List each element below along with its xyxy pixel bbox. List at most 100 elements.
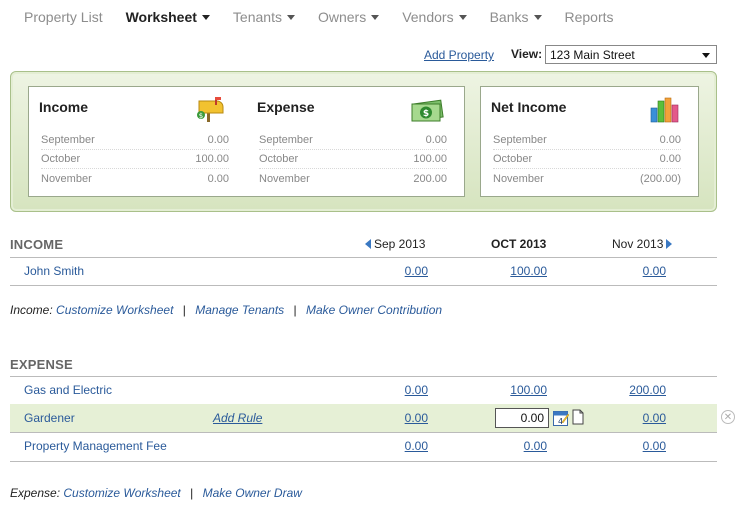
separator: | xyxy=(293,303,297,317)
month-label: September xyxy=(41,134,95,146)
nav-reports-label: Reports xyxy=(564,9,614,25)
amount: (200.00) xyxy=(640,172,681,185)
make-owner-contribution-link[interactable]: Make Owner Contribution xyxy=(306,303,442,317)
top-nav: Property List Worksheet Tenants Owners V… xyxy=(24,8,637,26)
amount: 0.00 xyxy=(425,134,447,146)
nav-vendors[interactable]: Vendors xyxy=(402,8,467,26)
month-label: October xyxy=(493,153,533,165)
expense-section-title: EXPENSE xyxy=(10,357,73,372)
month-label: September xyxy=(493,134,547,146)
divider xyxy=(10,461,717,462)
bar-chart-icon xyxy=(647,95,681,123)
nav-owners[interactable]: Owners xyxy=(317,8,380,26)
tenant-name-link[interactable]: John Smith xyxy=(24,264,84,278)
current-month-header: OCT 2013 xyxy=(491,237,546,251)
oct-value[interactable]: 100.00 xyxy=(510,383,547,397)
arrow-right-icon[interactable] xyxy=(666,239,673,249)
sep-value[interactable]: 0.00 xyxy=(405,264,428,278)
amount: 100.00 xyxy=(413,153,447,165)
svg-text:$: $ xyxy=(423,109,429,119)
expense-row: November 200.00 xyxy=(259,169,447,188)
net-income-title: Net Income xyxy=(491,99,567,115)
net-row: September 0.00 xyxy=(493,131,681,150)
nov-value[interactable]: 0.00 xyxy=(643,264,666,278)
arrow-left-icon[interactable] xyxy=(365,239,371,249)
make-owner-draw-link[interactable]: Make Owner Draw xyxy=(203,486,302,500)
separator: | xyxy=(182,303,186,317)
expense-rows: September 0.00 October 100.00 November 200.… xyxy=(259,131,447,188)
expense-name-link[interactable]: Property Management Fee xyxy=(24,439,167,453)
oct-amount-input[interactable] xyxy=(495,408,549,428)
expense-name-link[interactable]: Gardener xyxy=(24,411,75,425)
chevron-down-icon xyxy=(702,52,710,58)
table-row-selected: Gardener Add Rule 0.00 4 0.00 xyxy=(10,404,717,432)
income-row: November 0.00 xyxy=(41,169,229,188)
property-select[interactable]: 123 Main Street xyxy=(545,45,717,64)
oct-value[interactable]: 100.00 xyxy=(510,264,547,278)
income-row: September 0.00 xyxy=(41,131,229,150)
property-select-value: 123 Main Street xyxy=(550,47,635,62)
nav-tenants-label: Tenants xyxy=(232,9,282,25)
income-rows: September 0.00 October 100.00 November 0.00 xyxy=(41,131,229,188)
nav-property-list-label: Property List xyxy=(24,9,103,25)
nav-worksheet[interactable]: Worksheet xyxy=(126,8,210,26)
expense-name-link[interactable]: Gas and Electric xyxy=(24,383,112,397)
income-expense-card: Income $ Expense $ September 0.00 October… xyxy=(28,86,465,197)
income-footer: Income: Customize Worksheet | Manage Ten… xyxy=(10,303,442,317)
sep-value[interactable]: 0.00 xyxy=(405,439,428,453)
manage-tenants-link[interactable]: Manage Tenants xyxy=(195,303,284,317)
customize-worksheet-link[interactable]: Customize Worksheet xyxy=(63,486,180,500)
net-row: November (200.00) xyxy=(493,169,681,188)
income-footer-label: Income: xyxy=(10,303,53,317)
nov-value[interactable]: 200.00 xyxy=(629,383,666,397)
current-month-label: OCT 2013 xyxy=(491,237,547,251)
chevron-down-icon xyxy=(286,15,295,20)
chevron-down-icon xyxy=(533,15,542,20)
svg-text:$: $ xyxy=(199,112,203,120)
note-icon[interactable] xyxy=(572,409,584,425)
chevron-down-icon xyxy=(201,15,210,20)
amount: 0.00 xyxy=(659,153,681,165)
income-row: October 100.00 xyxy=(41,150,229,169)
oct-value[interactable]: 0.00 xyxy=(524,439,547,453)
add-rule-link[interactable]: Add Rule xyxy=(213,411,262,425)
nav-banks-label: Banks xyxy=(489,9,529,25)
summary-panel: Income $ Expense $ September 0.00 October… xyxy=(10,71,717,212)
month-label: November xyxy=(41,172,92,185)
net-row: October 0.00 xyxy=(493,150,681,169)
nov-value[interactable]: 0.00 xyxy=(643,411,666,425)
next-month-label: Nov 2013 xyxy=(612,237,664,251)
nov-value[interactable]: 0.00 xyxy=(643,439,666,453)
calendar-icon[interactable]: 4 xyxy=(553,409,570,427)
nav-banks[interactable]: Banks xyxy=(490,8,542,26)
net-income-card: Net Income September 0.00 October 0.00 Nov… xyxy=(480,86,699,197)
customize-worksheet-link[interactable]: Customize Worksheet xyxy=(56,303,173,317)
month-label: September xyxy=(259,134,313,146)
nav-worksheet-label: Worksheet xyxy=(125,9,197,25)
next-month-header[interactable]: Nov 2013 xyxy=(612,237,673,251)
nav-owners-label: Owners xyxy=(317,9,367,25)
expense-title: Expense xyxy=(257,99,315,115)
sep-value[interactable]: 0.00 xyxy=(405,383,428,397)
amount: 100.00 xyxy=(195,153,229,165)
prev-month-label: Sep 2013 xyxy=(374,237,426,251)
chevron-down-icon xyxy=(371,15,380,20)
expense-footer: Expense: Customize Worksheet | Make Owne… xyxy=(10,486,302,500)
separator: | xyxy=(190,486,194,500)
nav-property-list[interactable]: Property List xyxy=(24,8,103,26)
month-label: October xyxy=(41,153,81,165)
income-section-title: INCOME xyxy=(10,237,64,252)
sep-value[interactable]: 0.00 xyxy=(405,411,428,425)
nav-tenants[interactable]: Tenants xyxy=(233,8,295,26)
prev-month-header[interactable]: Sep 2013 xyxy=(365,237,425,251)
nav-reports[interactable]: Reports xyxy=(565,8,614,26)
add-property-link[interactable]: Add Property xyxy=(424,48,494,62)
amount: 0.00 xyxy=(659,134,681,146)
remove-icon[interactable]: ✕ xyxy=(721,410,735,424)
net-income-rows: September 0.00 October 0.00 November (200.0… xyxy=(493,131,681,188)
expense-row: October 100.00 xyxy=(259,150,447,169)
month-label: October xyxy=(259,153,299,165)
amount: 0.00 xyxy=(207,134,229,146)
table-row: John Smith 0.00 100.00 0.00 xyxy=(10,257,717,285)
income-title: Income xyxy=(39,99,89,115)
